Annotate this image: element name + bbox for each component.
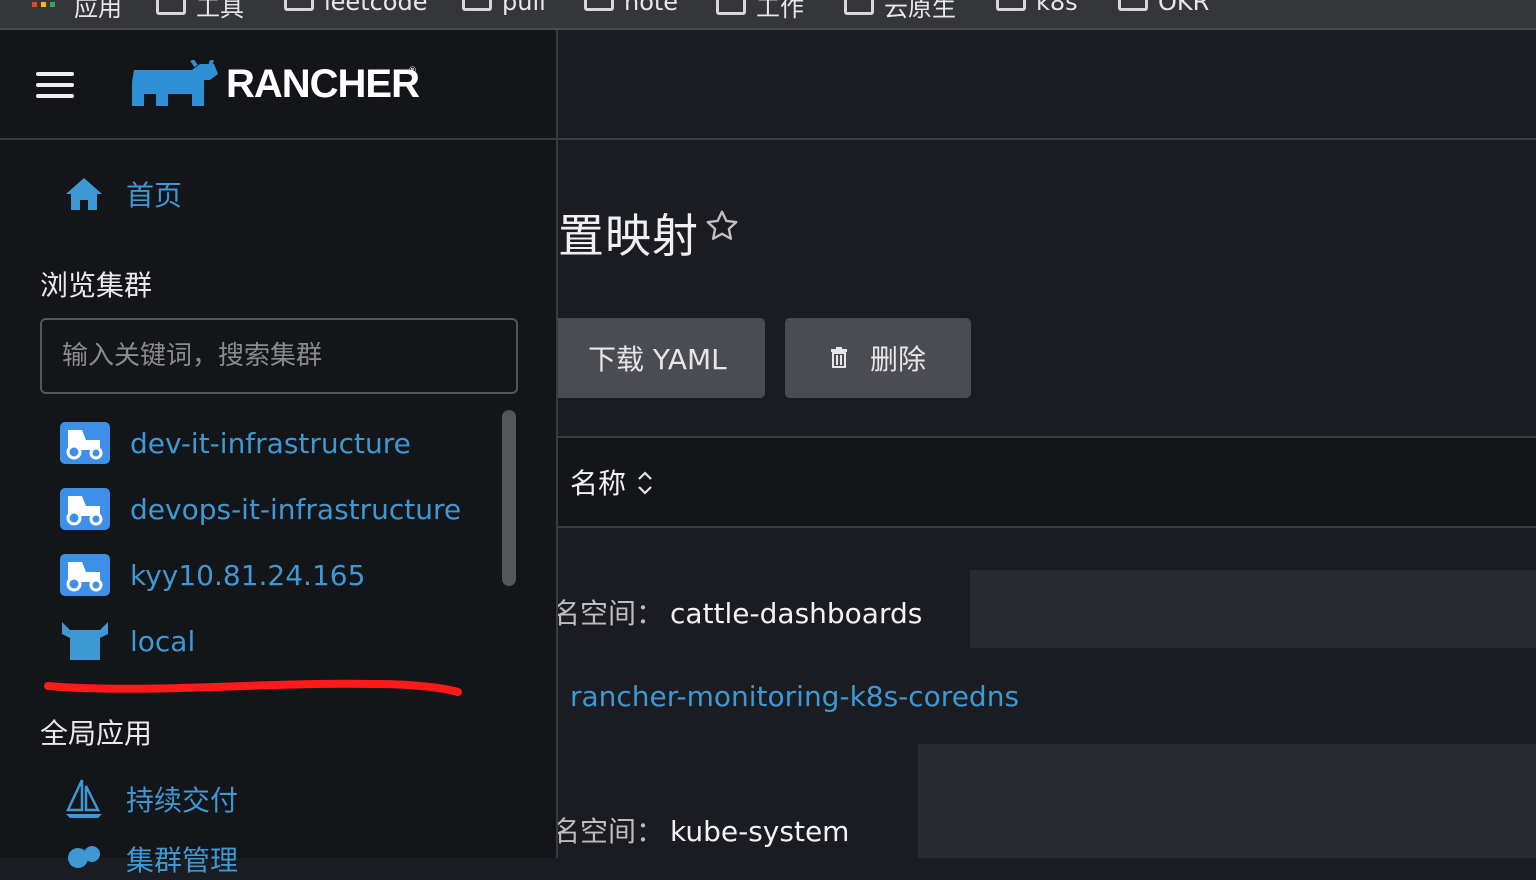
delete-button[interactable]: 删除 — [785, 318, 971, 398]
sort-icon[interactable] — [636, 468, 654, 498]
cluster-sidebar: RANCHER ® 首页 浏览集群 dev-it-infrastructure … — [0, 30, 558, 877]
cluster-list-scrollbar[interactable] — [502, 410, 516, 586]
local-cluster-icon — [62, 622, 108, 660]
bookmark-apps[interactable]: 应用 — [74, 0, 122, 23]
annotation-underline — [44, 679, 462, 696]
clusters-section-title: 浏览集群 — [40, 269, 153, 302]
trash-icon — [830, 347, 847, 368]
namespace-label: 名空间： cattle-dashboards — [552, 597, 923, 630]
bookmark-k8s[interactable]: k8s — [996, 0, 1078, 16]
cluster-management-icon — [68, 846, 100, 868]
home-link[interactable]: 首页 — [64, 174, 182, 214]
bookmark-cloud-native[interactable]: 云原生 — [844, 0, 956, 23]
page-title: 置映射 — [558, 209, 699, 263]
namespace-value: kube-system — [670, 815, 850, 848]
namespace-label: 名空间： kube-system — [552, 815, 850, 848]
sailboat-icon — [66, 779, 102, 818]
column-name-header[interactable]: 名称 — [570, 462, 626, 502]
cluster-item-local[interactable]: local — [60, 620, 195, 662]
table-header: 名称 — [558, 436, 1536, 528]
namespace-group-row: 名空间： kube-system — [552, 744, 1536, 858]
bookmark-tools[interactable]: 工具 — [156, 0, 244, 23]
bookmark-note[interactable]: note — [584, 0, 678, 16]
namespace-value: cattle-dashboards — [670, 597, 923, 630]
cluster-item-devops-it-infrastructure[interactable]: devops-it-infrastructure — [60, 488, 461, 530]
bookmark-work[interactable]: 工作 — [716, 0, 804, 23]
cluster-tractor-icon — [60, 488, 110, 530]
bookmark-pull[interactable]: pull — [462, 0, 546, 16]
main-content: 置映射 下载 YAML 删除 名称 名空间：cattle-dashboards — [552, 30, 1536, 858]
folder-icon — [716, 0, 746, 15]
home-icon — [66, 178, 102, 210]
bookmark-leetcode[interactable]: leetcode — [284, 0, 428, 16]
configmap-link[interactable]: rancher-monitoring-k8s-coredns — [570, 680, 1019, 713]
registered-mark: ® — [408, 66, 417, 76]
cluster-tractor-icon — [60, 422, 110, 464]
folder-icon — [462, 0, 492, 11]
rancher-logo-icon — [132, 60, 218, 106]
cluster-search-input[interactable] — [40, 318, 518, 394]
top-header — [558, 30, 1536, 140]
folder-icon — [844, 0, 874, 15]
download-yaml-button[interactable]: 下载 YAML — [552, 318, 765, 398]
bookmarks-bar: 应用 工具 leetcode pull note 工作 云原生 k8s OKR — [0, 0, 1536, 30]
folder-icon — [1118, 0, 1148, 11]
brand-name: RANCHER — [226, 62, 420, 106]
cluster-item-kyy10[interactable]: kyy10.81.24.165 — [60, 554, 365, 596]
folder-icon — [284, 0, 314, 11]
favorite-star-icon[interactable] — [704, 208, 740, 244]
app-item-continuous-delivery[interactable]: 持续交付 — [64, 778, 238, 820]
sidebar-header: RANCHER ® — [0, 30, 556, 140]
folder-icon — [996, 0, 1026, 11]
app-item-cluster-management[interactable]: 集群管理 — [64, 838, 238, 880]
folder-icon — [584, 0, 614, 11]
global-apps-section-title: 全局应用 — [40, 717, 153, 750]
namespace-group-row: 名空间： cattle-dashboards — [552, 570, 1536, 648]
folder-icon — [156, 0, 186, 15]
table-row[interactable]: rancher-monitoring-k8s-coredns — [558, 648, 1536, 744]
apps-grid-icon[interactable] — [32, 0, 60, 10]
bookmark-okr[interactable]: OKR — [1118, 0, 1209, 16]
cluster-item-dev-it-infrastructure[interactable]: dev-it-infrastructure — [60, 422, 411, 464]
cluster-tractor-icon — [60, 554, 110, 596]
menu-icon[interactable] — [36, 72, 74, 98]
